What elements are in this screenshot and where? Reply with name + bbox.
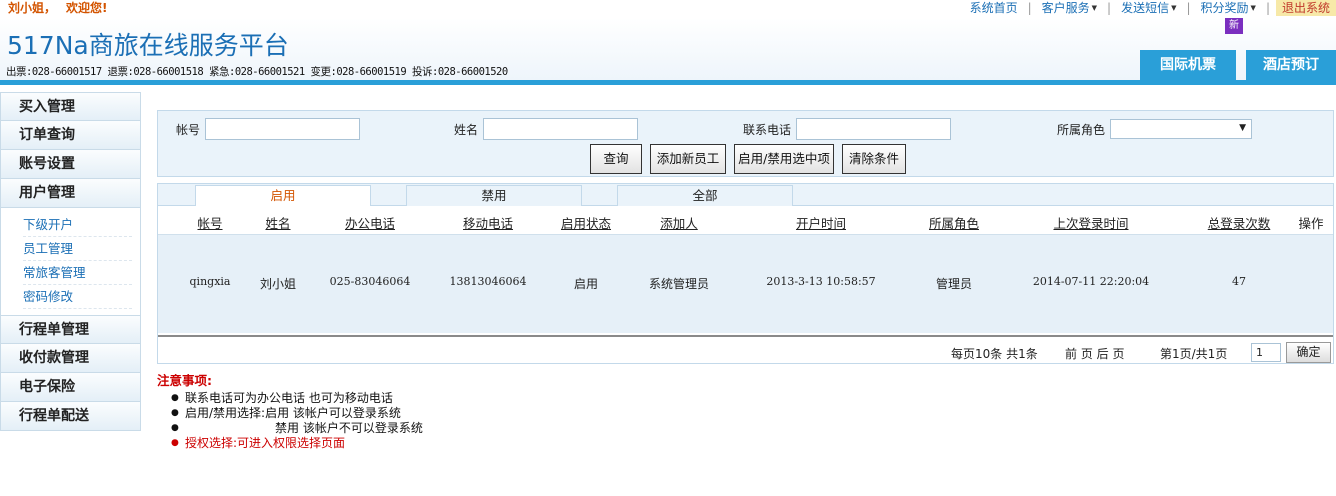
notes-title: 注意事项: bbox=[157, 373, 212, 388]
header: 517Na商旅在线服务平台 出票:028-66001517 退票:028-660… bbox=[0, 18, 1336, 80]
sidebar-item-user-management[interactable]: 用户管理 bbox=[0, 179, 141, 208]
page-number-input[interactable]: 1 bbox=[1251, 343, 1281, 362]
submenu-item-staff[interactable]: 员工管理 bbox=[23, 237, 132, 261]
caret-down-icon: ▼ bbox=[1171, 4, 1177, 12]
sidebar-item-order-query[interactable]: 订单查询 bbox=[0, 121, 141, 150]
nav-points-reward[interactable]: 积分奖励 ▼ bbox=[1191, 0, 1266, 16]
caret-down-icon: ▼ bbox=[1091, 4, 1098, 12]
submenu-item-change-password[interactable]: 密码修改 bbox=[23, 285, 132, 309]
chevron-down-icon: ▼ bbox=[1239, 123, 1246, 133]
role-label: 所属角色 bbox=[1057, 123, 1106, 137]
tab-hotel-booking[interactable]: 酒店预订 bbox=[1246, 50, 1336, 80]
nav-home[interactable]: 系统首页 bbox=[960, 0, 1028, 16]
column-header-last-login[interactable]: 上次登录时间 bbox=[1053, 213, 1128, 232]
user-name: 刘小姐， bbox=[8, 1, 57, 15]
caret-down-icon: ▼ bbox=[1250, 4, 1256, 12]
cell-mobile: 13813046064 bbox=[449, 275, 527, 288]
list-item: 授权选择:可进入权限选择页面 bbox=[171, 436, 423, 451]
page-info: 第1页/共1页 bbox=[1160, 347, 1228, 361]
column-header-office-phone[interactable]: 办公电话 bbox=[345, 213, 395, 232]
sidebar-item-itinerary[interactable]: 行程单管理 bbox=[0, 315, 141, 344]
top-nav: 系统首页 | 客户服务 ▼ | 发送短信 ▼ | 积分奖励 ▼ | 退出系统 bbox=[960, 0, 1336, 16]
staff-table: 启用 禁用 全部 帐号 姓名 办公电话 移动电话 启用状态 添加人 开户时间 所… bbox=[157, 183, 1334, 364]
column-header-added-by[interactable]: 添加人 bbox=[660, 213, 698, 232]
nav-customer-service-label: 客户服务 bbox=[1041, 1, 1090, 15]
name-input[interactable] bbox=[483, 118, 638, 140]
submenu-item-sub-account[interactable]: 下级开户 bbox=[23, 213, 132, 237]
page-summary: 每页10条 共1条 bbox=[951, 347, 1038, 361]
header-divider bbox=[0, 80, 1336, 85]
nav-send-sms[interactable]: 发送短信 ▼ bbox=[1111, 0, 1186, 16]
cell-added-by: 系统管理员 bbox=[648, 277, 710, 291]
status-filter-tabs: 启用 禁用 全部 bbox=[158, 184, 1333, 207]
cell-office-phone: 025-83046064 bbox=[329, 275, 411, 288]
sidebar: 买入管理 订单查询 账号设置 用户管理 下级开户 员工管理 常旅客管理 密码修改… bbox=[0, 92, 141, 431]
name-label: 姓名 bbox=[454, 123, 479, 137]
site-title: 517Na商旅在线服务平台 bbox=[7, 31, 289, 60]
list-item: 禁用 该帐户不可以登录系统 bbox=[171, 421, 423, 436]
sidebar-item-purchase[interactable]: 买入管理 bbox=[0, 92, 141, 121]
nav-send-sms-label: 发送短信 bbox=[1121, 1, 1170, 15]
column-header-status[interactable]: 启用状态 bbox=[561, 213, 611, 232]
cell-open-time: 2013-3-13 10:58:57 bbox=[766, 275, 876, 288]
tab-enabled[interactable]: 启用 bbox=[195, 185, 371, 207]
cell-status: 启用 bbox=[573, 277, 599, 291]
cell-login-count: 47 bbox=[1232, 275, 1246, 288]
column-header-open-time[interactable]: 开户时间 bbox=[796, 213, 846, 232]
cell-account: qingxia bbox=[189, 275, 231, 288]
query-button[interactable]: 查询 bbox=[590, 144, 642, 174]
column-header-mobile[interactable]: 移动电话 bbox=[463, 213, 513, 232]
submenu-item-frequent-travelers[interactable]: 常旅客管理 bbox=[23, 261, 132, 285]
column-header-name[interactable]: 姓名 bbox=[265, 213, 290, 232]
notes-list: 联系电话可为办公电话 也可为移动电话 启用/禁用选择:启用 该帐户可以登录系统 … bbox=[171, 391, 423, 451]
toggle-selected-button[interactable]: 启用/禁用选中项 bbox=[734, 144, 834, 174]
page-confirm-button[interactable]: 确定 bbox=[1286, 342, 1331, 363]
top-bar: 刘小姐， 欢迎您! 系统首页 | 客户服务 ▼ | 发送短信 ▼ | 积分奖励 ▼ | … bbox=[0, 0, 1336, 18]
list-item: 联系电话可为办公电话 也可为移动电话 bbox=[171, 391, 423, 406]
cell-name: 刘小姐 bbox=[259, 277, 297, 291]
nav-customer-service[interactable]: 客户服务 ▼ bbox=[1032, 0, 1107, 16]
sidebar-item-payments[interactable]: 收付款管理 bbox=[0, 344, 141, 373]
account-label: 帐号 bbox=[176, 123, 201, 137]
pagination: 每页10条 共1条 前 页 后 页 第1页/共1页 1 确定 bbox=[158, 335, 1333, 363]
table-header: 帐号 姓名 办公电话 移动电话 启用状态 添加人 开户时间 所属角色 上次登录时… bbox=[158, 206, 1333, 234]
tab-international-tickets[interactable]: 国际机票 bbox=[1140, 50, 1236, 80]
add-staff-button[interactable]: 添加新员工 bbox=[650, 144, 726, 174]
sidebar-item-account-settings[interactable]: 账号设置 bbox=[0, 150, 141, 179]
column-header-role[interactable]: 所属角色 bbox=[929, 213, 979, 232]
logout-button[interactable]: 退出系统 bbox=[1275, 0, 1336, 16]
notes-section: 注意事项: 联系电话可为办公电话 也可为移动电话 启用/禁用选择:启用 该帐户可… bbox=[157, 370, 423, 451]
column-header-login-count[interactable]: 总登录次数 bbox=[1208, 213, 1271, 232]
role-select[interactable]: ▼ bbox=[1110, 119, 1252, 139]
account-input[interactable] bbox=[205, 118, 360, 140]
tab-disabled[interactable]: 禁用 bbox=[406, 185, 582, 207]
tab-all[interactable]: 全部 bbox=[617, 185, 793, 207]
sidebar-item-itinerary-delivery[interactable]: 行程单配送 bbox=[0, 402, 141, 431]
nav-separator: | bbox=[1265, 1, 1270, 15]
clear-conditions-button[interactable]: 清除条件 bbox=[842, 144, 906, 174]
cell-role: 管理员 bbox=[935, 277, 973, 291]
column-header-actions: 操作 bbox=[1298, 216, 1324, 231]
table-row[interactable]: qingxia 刘小姐 025-83046064 13813046064 启用 … bbox=[158, 234, 1333, 333]
phone-input[interactable] bbox=[796, 118, 951, 140]
page-prev-next[interactable]: 前 页 后 页 bbox=[1065, 345, 1124, 362]
cell-last-login: 2014-07-11 22:20:04 bbox=[1032, 275, 1150, 288]
nav-points-reward-label: 积分奖励 bbox=[1200, 1, 1249, 15]
new-badge: 新 bbox=[1225, 18, 1243, 34]
phone-label: 联系电话 bbox=[743, 123, 792, 137]
column-header-account[interactable]: 帐号 bbox=[197, 213, 222, 232]
sidebar-item-e-insurance[interactable]: 电子保险 bbox=[0, 373, 141, 402]
search-panel: 帐号 姓名 联系电话 所属角色 ▼ 查询 添加新员工 启用/禁用选中项 清除条件 bbox=[157, 110, 1334, 177]
greeting: 刘小姐， 欢迎您! bbox=[8, 0, 108, 16]
user-management-submenu: 下级开户 员工管理 常旅客管理 密码修改 bbox=[0, 208, 141, 315]
hotline-numbers: 出票:028-66001517 退票:028-66001518 紧急:028-6… bbox=[6, 66, 508, 78]
list-item: 启用/禁用选择:启用 该帐户可以登录系统 bbox=[171, 406, 423, 421]
welcome-text: 欢迎您! bbox=[66, 1, 108, 15]
